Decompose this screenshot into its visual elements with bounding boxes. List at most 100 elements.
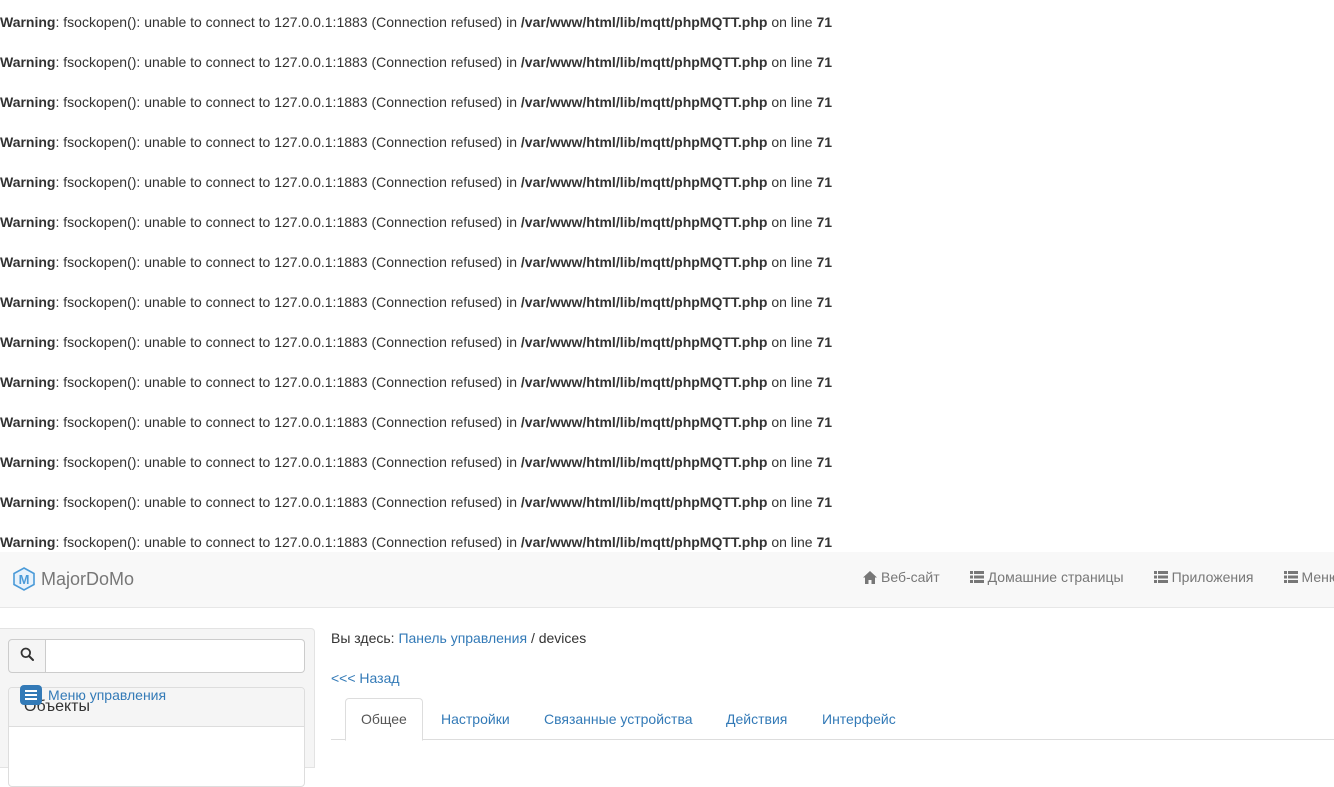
sidebar: Объекты Меню управления [0, 628, 315, 787]
svg-text:M: M [19, 572, 30, 587]
warning-label: Warning [0, 134, 56, 150]
nav-item-applications[interactable]: Приложения [1153, 567, 1254, 587]
warning-label: Warning [0, 374, 56, 390]
warning-message: : fsockopen(): unable to connect to 127.… [55, 534, 521, 550]
warning-label: Warning [0, 414, 56, 430]
warning-on-line: on line [767, 174, 817, 190]
nav-item-label: Меню [1301, 569, 1334, 585]
warning-on-line: on line [767, 454, 817, 470]
warning-file: /var/www/html/lib/mqtt/phpMQTT.php [520, 254, 768, 270]
warning-on-line: on line [767, 94, 817, 110]
warning-line-number: 71 [816, 134, 833, 150]
warning-line-number: 71 [816, 174, 833, 190]
warning-message: : fsockopen(): unable to connect to 127.… [55, 134, 521, 150]
warning-line: Warning: fsockopen(): unable to connect … [0, 92, 832, 112]
nav-item-label: Домашние страницы [987, 569, 1124, 585]
warning-line-number: 71 [816, 214, 833, 230]
back-link[interactable]: <<< Назад [331, 668, 400, 688]
search-icon [20, 647, 34, 666]
nav-item-website[interactable]: Веб-сайт [863, 567, 940, 587]
tab-interface[interactable]: Интерфейс [807, 698, 911, 740]
warning-file: /var/www/html/lib/mqtt/phpMQTT.php [520, 14, 768, 30]
list-icon [969, 571, 984, 583]
majordomo-logo-icon: M [13, 567, 35, 591]
warning-message: : fsockopen(): unable to connect to 127.… [55, 294, 521, 310]
warning-line: Warning: fsockopen(): unable to connect … [0, 332, 832, 352]
warning-label: Warning [0, 214, 56, 230]
tab-bar: Общее Настройки Связанные устройства Дей… [331, 698, 1334, 741]
warning-label: Warning [0, 454, 56, 470]
brand-name: MajorDoMo [41, 568, 135, 589]
warning-on-line: on line [767, 134, 817, 150]
breadcrumb: Вы здесь: Панель управления / devices [331, 628, 586, 648]
warning-line: Warning: fsockopen(): unable to connect … [0, 132, 832, 152]
warning-file: /var/www/html/lib/mqtt/phpMQTT.php [520, 174, 768, 190]
warning-line: Warning: fsockopen(): unable to connect … [0, 172, 832, 192]
warning-file: /var/www/html/lib/mqtt/phpMQTT.php [520, 334, 768, 350]
warning-label: Warning [0, 94, 56, 110]
warning-on-line: on line [767, 334, 817, 350]
warning-line-number: 71 [816, 454, 833, 470]
search-input[interactable] [46, 639, 305, 673]
warning-line-number: 71 [816, 374, 833, 390]
menu-icon [20, 685, 42, 705]
warning-file: /var/www/html/lib/mqtt/phpMQTT.php [520, 454, 768, 470]
warning-label: Warning [0, 334, 56, 350]
warning-line-number: 71 [816, 14, 833, 30]
brand[interactable]: M MajorDoMo [13, 566, 134, 592]
warning-message: : fsockopen(): unable to connect to 127.… [55, 54, 521, 70]
tab-general[interactable]: Общее [345, 698, 423, 741]
warning-label: Warning [0, 534, 56, 550]
warning-on-line: on line [767, 54, 817, 70]
warning-file: /var/www/html/lib/mqtt/phpMQTT.php [520, 414, 768, 430]
warning-message: : fsockopen(): unable to connect to 127.… [55, 494, 521, 510]
warning-line-number: 71 [816, 54, 833, 70]
warning-message: : fsockopen(): unable to connect to 127.… [55, 254, 521, 270]
warning-on-line: on line [767, 494, 817, 510]
warning-file: /var/www/html/lib/mqtt/phpMQTT.php [520, 214, 768, 230]
list-icon [1283, 571, 1298, 583]
list-icon [1153, 571, 1168, 583]
warning-on-line: on line [767, 534, 817, 550]
warning-line: Warning: fsockopen(): unable to connect … [0, 52, 832, 72]
tab-actions[interactable]: Действия [711, 698, 802, 740]
warning-line-number: 71 [816, 94, 833, 110]
warning-line-number: 71 [816, 254, 833, 270]
warning-line: Warning: fsockopen(): unable to connect … [0, 12, 832, 32]
warning-line: Warning: fsockopen(): unable to connect … [0, 412, 832, 432]
warning-label: Warning [0, 54, 56, 70]
warning-on-line: on line [767, 254, 817, 270]
warning-file: /var/www/html/lib/mqtt/phpMQTT.php [520, 134, 768, 150]
home-icon [863, 570, 877, 584]
warning-file: /var/www/html/lib/mqtt/phpMQTT.php [520, 374, 768, 390]
search-button[interactable] [8, 639, 46, 673]
nav-item-home-pages[interactable]: Домашние страницы [969, 567, 1124, 587]
warning-line-number: 71 [816, 534, 833, 550]
warning-label: Warning [0, 254, 56, 270]
warning-on-line: on line [767, 294, 817, 310]
warning-on-line: on line [767, 14, 817, 30]
tab-settings[interactable]: Настройки [426, 698, 525, 740]
warning-message: : fsockopen(): unable to connect to 127.… [55, 14, 521, 30]
breadcrumb-link-control-panel[interactable]: Панель управления [398, 630, 527, 646]
warning-message: : fsockopen(): unable to connect to 127.… [55, 174, 521, 190]
tab-linked-devices[interactable]: Связанные устройства [529, 698, 708, 740]
warning-file: /var/www/html/lib/mqtt/phpMQTT.php [520, 494, 768, 510]
warning-line: Warning: fsockopen(): unable to connect … [0, 212, 832, 232]
breadcrumb-prefix: Вы здесь: [331, 630, 399, 646]
warning-message: : fsockopen(): unable to connect to 127.… [55, 94, 521, 110]
warning-file: /var/www/html/lib/mqtt/phpMQTT.php [520, 54, 768, 70]
warning-line: Warning: fsockopen(): unable to connect … [0, 452, 832, 472]
menu-link-label: Меню управления [48, 687, 167, 703]
nav-item-menu[interactable]: Меню [1283, 567, 1334, 587]
menu-link[interactable]: Меню управления [20, 685, 166, 705]
warning-on-line: on line [767, 214, 817, 230]
breadcrumb-current: devices [538, 630, 587, 646]
warning-message: : fsockopen(): unable to connect to 127.… [55, 414, 521, 430]
nav-item-label: Приложения [1171, 569, 1254, 585]
warning-on-line: on line [767, 374, 817, 390]
search-group [8, 639, 305, 673]
warning-message: : fsockopen(): unable to connect to 127.… [55, 214, 521, 230]
warning-label: Warning [0, 14, 56, 30]
warning-message: : fsockopen(): unable to connect to 127.… [55, 334, 521, 350]
